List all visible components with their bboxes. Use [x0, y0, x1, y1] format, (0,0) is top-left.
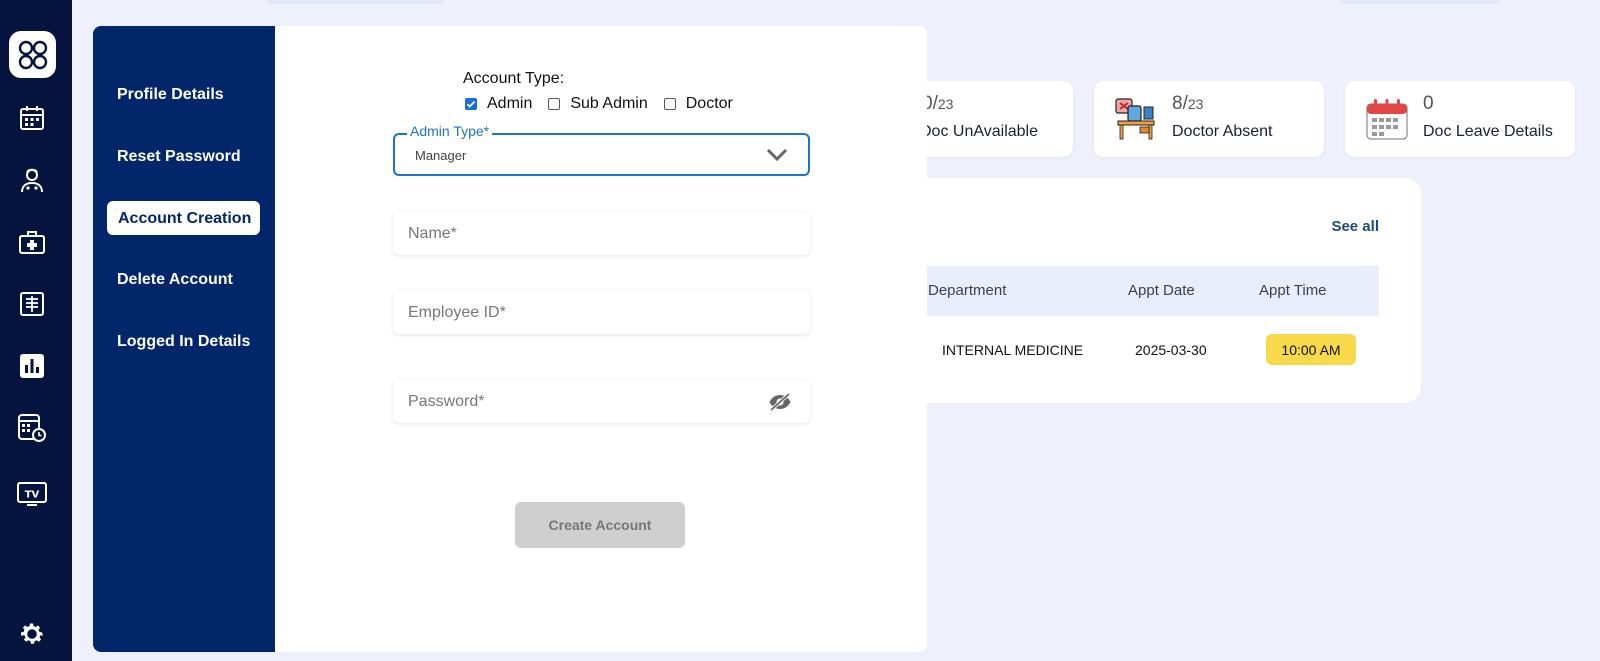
appt-date-cell: 2025-03-30 [1135, 342, 1207, 358]
employee-id-placeholder: Employee ID* [408, 304, 506, 321]
name-placeholder: Name* [408, 225, 457, 242]
app-sidebar: TV [0, 0, 72, 661]
column-header: Appt Date [1128, 282, 1195, 299]
nav-reset-password[interactable]: Reset Password [117, 148, 241, 166]
settings-gear-icon[interactable] [14, 616, 50, 652]
eye-off-icon[interactable] [768, 392, 792, 412]
nav-logged-in-details[interactable]: Logged In Details [117, 333, 250, 351]
stat-value: 8/23 [1172, 93, 1204, 114]
account-type-label: Account Type: [463, 70, 565, 87]
bar-chart-icon[interactable] [14, 348, 50, 384]
top-bar-decoration [1340, 0, 1500, 4]
admin-type-label: Admin Type* [407, 123, 493, 139]
name-field[interactable]: Name* [393, 212, 810, 255]
doctor-icon[interactable] [14, 162, 50, 198]
nav-profile-details[interactable]: Profile Details [117, 86, 224, 104]
department-cell: INTERNAL MEDICINE [942, 342, 1084, 358]
employee-id-field[interactable]: Employee ID* [393, 291, 810, 334]
appointments-table-header: Department Appt Date Appt Time [880, 266, 1379, 316]
leave-calendar-icon [1365, 97, 1409, 141]
doctor-checkbox[interactable] [663, 98, 676, 110]
sub-admin-checkbox-label: Sub Admin [570, 95, 648, 112]
empty-desk-icon [1114, 97, 1158, 141]
stat-label: Doc UnAvailable [920, 123, 1038, 140]
column-header: Department [928, 282, 1007, 299]
doctor-checkbox-label: Doctor [685, 95, 733, 112]
nav-delete-account[interactable]: Delete Account [117, 271, 233, 289]
appt-time-badge: 10:00 AM [1266, 334, 1356, 365]
sub-admin-checkbox[interactable] [548, 98, 561, 110]
top-bar-decoration [265, 0, 445, 4]
admin-type-select[interactable]: Admin Type* Manager [393, 123, 810, 176]
see-all-link[interactable]: See all [1331, 218, 1379, 235]
account-creation-form: Account Type: Admin Sub Admin Doctor Adm… [275, 26, 927, 652]
account-type-options: Admin Sub Admin Doctor [465, 95, 749, 113]
password-placeholder: Password* [408, 393, 485, 410]
nav-account-creation[interactable]: Account Creation [107, 201, 260, 235]
medical-kit-icon[interactable] [14, 224, 50, 260]
tv-icon[interactable]: TV [14, 476, 50, 512]
stat-label: Doc Leave Details [1423, 123, 1553, 140]
xray-icon[interactable] [14, 286, 50, 322]
stat-card-doctor-absent[interactable]: 8/23 Doctor Absent [1094, 81, 1324, 157]
chevron-down-icon [766, 146, 788, 162]
appointments-card: See all Department Appt Date Appt Time I… [880, 178, 1421, 403]
create-account-button[interactable]: Create Account [515, 502, 685, 548]
column-header: Appt Time [1259, 282, 1327, 299]
stat-label: Doctor Absent [1172, 123, 1273, 140]
admin-type-value: Manager [415, 148, 467, 163]
tv-icon-label: TV [25, 490, 40, 501]
admin-checkbox[interactable] [465, 98, 477, 110]
calendar-icon[interactable] [14, 100, 50, 136]
schedule-calculator-icon[interactable] [14, 410, 50, 446]
password-field[interactable]: Password* [393, 380, 810, 423]
stat-value: 0 [1423, 93, 1434, 114]
stat-card-doc-leave-details[interactable]: 0 Doc Leave Details [1345, 81, 1575, 157]
admin-checkbox-label: Admin [487, 95, 533, 112]
dashboard-logo-icon[interactable] [9, 31, 56, 78]
modal-nav: Profile Details Reset Password Account C… [93, 26, 275, 652]
account-modal: Profile Details Reset Password Account C… [93, 26, 927, 652]
